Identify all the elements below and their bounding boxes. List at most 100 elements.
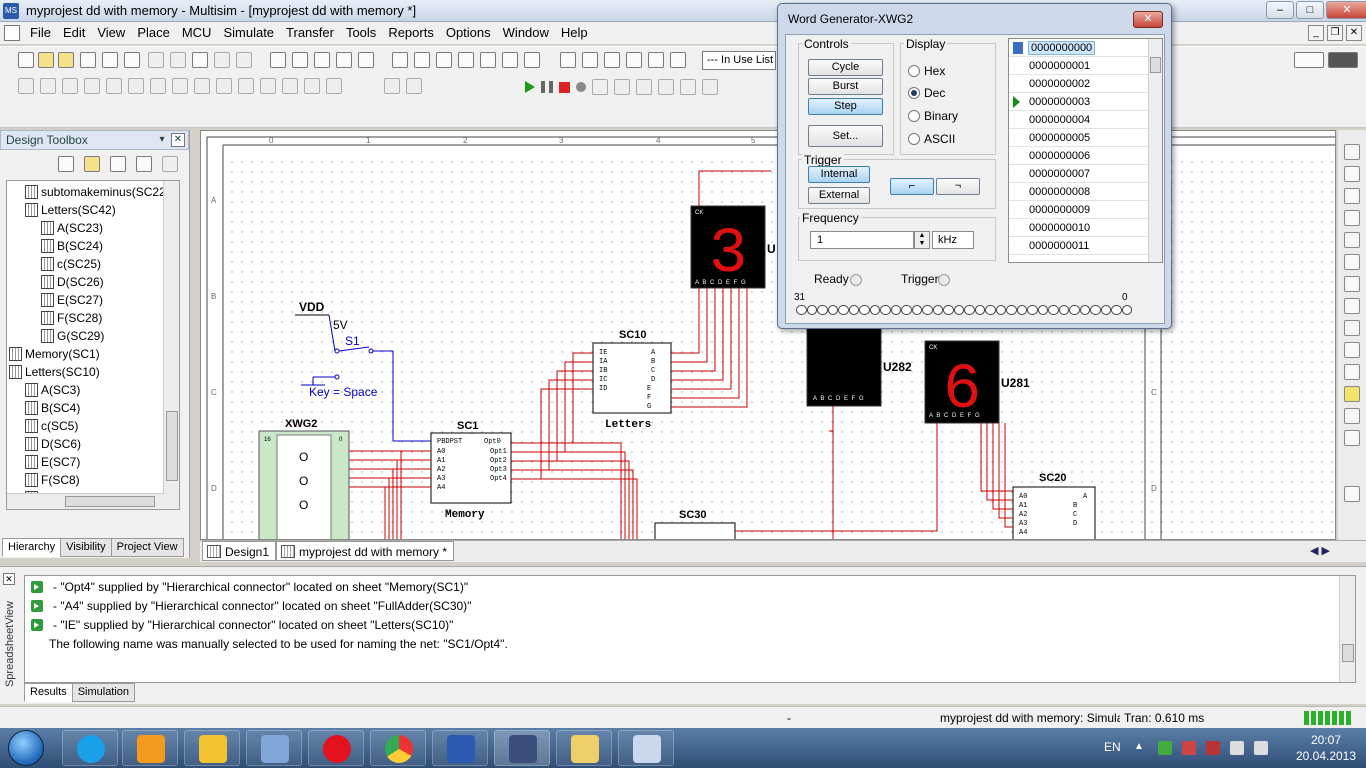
- function-generator-icon[interactable]: [1344, 166, 1360, 182]
- word-row[interactable]: 0000000003: [1009, 93, 1149, 111]
- multimeter-icon[interactable]: [1344, 144, 1360, 160]
- print-icon[interactable]: [102, 52, 118, 68]
- close-panel-icon[interactable]: ✕: [171, 133, 185, 147]
- word-list[interactable]: 0000000000 0000000001 0000000002 0000000003…: [1008, 38, 1163, 263]
- save-sheet-icon[interactable]: [110, 156, 126, 172]
- distortion-analyzer-icon[interactable]: [1344, 364, 1360, 380]
- delete-sheet-icon[interactable]: [162, 156, 178, 172]
- taskbar-chrome[interactable]: [370, 730, 426, 766]
- menu-view[interactable]: View: [91, 22, 131, 44]
- back-annotate-icon[interactable]: [582, 52, 598, 68]
- open-folder-icon[interactable]: [38, 52, 54, 68]
- tree-item[interactable]: F(SC8): [25, 471, 80, 489]
- frequency-spinner[interactable]: ▲ ▼: [914, 231, 930, 249]
- run-simulation-icon[interactable]: [525, 81, 535, 93]
- word-row[interactable]: 0000000002: [1009, 75, 1149, 93]
- rising-edge-icon[interactable]: ⌐: [890, 178, 934, 195]
- tree-vertical-scrollbar[interactable]: [163, 181, 179, 509]
- close-button[interactable]: ✕: [1326, 1, 1366, 19]
- zoom-out-icon[interactable]: [314, 52, 330, 68]
- taskbar-paint[interactable]: [618, 730, 674, 766]
- pause-simulation-icon[interactable]: [541, 81, 553, 93]
- zoom-fit-icon[interactable]: [358, 52, 374, 68]
- indicator-icon[interactable]: [260, 78, 276, 94]
- tree-item[interactable]: B(SC4): [25, 399, 80, 417]
- logic-analyzer-icon[interactable]: [1328, 52, 1358, 68]
- word-row[interactable]: 0000000007: [1009, 165, 1149, 183]
- database-icon[interactable]: [480, 52, 496, 68]
- tree-horizontal-scrollbar[interactable]: [7, 493, 165, 509]
- tree-item[interactable]: c(SC5): [25, 417, 78, 435]
- tree-item[interactable]: Letters(SC42): [25, 201, 116, 219]
- open-samples-icon[interactable]: [58, 52, 74, 68]
- word-row[interactable]: 0000000001: [1009, 57, 1149, 75]
- word-list-scrollbar[interactable]: [1148, 39, 1162, 262]
- clock-time[interactable]: 20:07: [1294, 733, 1358, 747]
- tree-item[interactable]: Memory(SC1): [9, 345, 100, 363]
- signal-icon[interactable]: [1254, 741, 1268, 755]
- maximize-button[interactable]: □: [1296, 1, 1324, 19]
- agilent-icon[interactable]: [1344, 486, 1360, 502]
- word-row[interactable]: 0000000010: [1009, 219, 1149, 237]
- paste-icon[interactable]: [192, 52, 208, 68]
- bode-plotter-icon[interactable]: [1344, 254, 1360, 270]
- save-icon[interactable]: [80, 52, 96, 68]
- ttl-icon[interactable]: [128, 78, 144, 94]
- step-into-icon[interactable]: [592, 79, 608, 95]
- four-channel-scope-icon[interactable]: [1344, 232, 1360, 248]
- iv-analyzer-icon[interactable]: [1344, 342, 1360, 358]
- grapher-icon[interactable]: [436, 52, 452, 68]
- ground-icon[interactable]: [18, 78, 34, 94]
- bus-icon[interactable]: [384, 78, 400, 94]
- language-indicator[interactable]: EN: [1104, 740, 1121, 754]
- new-sheet-icon[interactable]: [58, 156, 74, 172]
- radio-hex[interactable]: [908, 65, 920, 77]
- tree-item[interactable]: Letters(SC10): [9, 363, 100, 381]
- word-row[interactable]: 0000000011: [1009, 237, 1149, 255]
- tab-hierarchy[interactable]: Hierarchy: [2, 538, 62, 557]
- tab-project-view[interactable]: Project View: [110, 538, 184, 557]
- misc-icon[interactable]: [238, 78, 254, 94]
- postprocessor-icon[interactable]: [524, 52, 540, 68]
- menu-help[interactable]: Help: [555, 22, 594, 44]
- show-hidden-icon[interactable]: ▲: [1134, 741, 1148, 755]
- burst-button[interactable]: Burst: [808, 78, 883, 95]
- component-wizard-icon[interactable]: [502, 52, 518, 68]
- question-icon[interactable]: [670, 52, 686, 68]
- stop-simulation-icon[interactable]: [559, 81, 570, 93]
- cmos-icon[interactable]: [150, 78, 166, 94]
- frequency-unit[interactable]: kHz: [932, 231, 974, 249]
- falling-edge-icon[interactable]: ¬: [936, 178, 980, 195]
- trigger-external-button[interactable]: External: [808, 187, 870, 204]
- transistor-icon[interactable]: [84, 78, 100, 94]
- menu-simulate[interactable]: Simulate: [217, 22, 280, 44]
- open-folder-icon[interactable]: [84, 156, 100, 172]
- tree-item[interactable]: subtomakeminus(SC22): [25, 183, 170, 201]
- network-icon[interactable]: [1158, 741, 1172, 755]
- radio-dec[interactable]: [908, 87, 920, 99]
- set-button[interactable]: Set...: [808, 125, 883, 147]
- frequency-counter-icon[interactable]: [1344, 276, 1360, 292]
- copy-icon[interactable]: [170, 52, 186, 68]
- power-icon[interactable]: [282, 78, 298, 94]
- step-over-icon[interactable]: [614, 79, 630, 95]
- radio-binary[interactable]: [908, 110, 920, 122]
- document-icon[interactable]: [4, 25, 20, 41]
- tree-item[interactable]: B(SC24): [41, 237, 103, 255]
- electromechanical-icon[interactable]: [304, 78, 320, 94]
- device-icon[interactable]: [1206, 741, 1220, 755]
- toggle-fullscreen-icon[interactable]: [270, 52, 286, 68]
- seven-segment-display-1[interactable]: CK 3 A B C D E F G U: [690, 205, 776, 291]
- word-row[interactable]: 0000000000: [1009, 39, 1149, 57]
- tree-item[interactable]: c(SC25): [41, 255, 101, 273]
- menu-place[interactable]: Place: [131, 22, 176, 44]
- word-row[interactable]: 0000000005: [1009, 129, 1149, 147]
- menu-file[interactable]: File: [24, 22, 57, 44]
- tab-design1[interactable]: Design1: [202, 541, 277, 561]
- rf-icon[interactable]: [326, 78, 342, 94]
- menu-reports[interactable]: Reports: [382, 22, 440, 44]
- print-preview-icon[interactable]: [124, 52, 140, 68]
- tree-item[interactable]: E(SC7): [25, 453, 80, 471]
- transfer-icon[interactable]: [626, 52, 642, 68]
- wattmeter-icon[interactable]: [1344, 188, 1360, 204]
